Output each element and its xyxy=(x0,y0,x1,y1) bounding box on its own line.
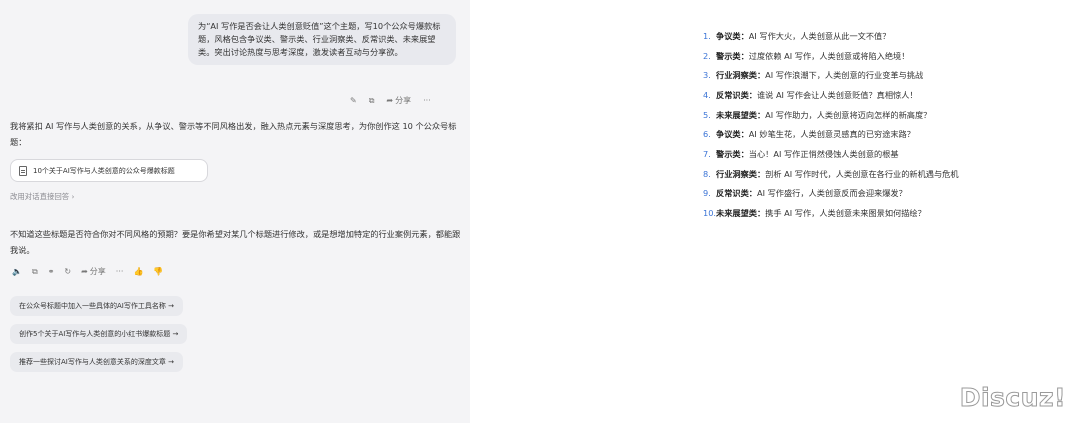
title-list-item: 5. 未来展望类： AI 写作助力，人类创意将迈向怎样的新高度？ xyxy=(703,105,959,125)
copy-icon[interactable]: ⧉ xyxy=(32,267,38,277)
title-text: 谁说 AI 写作会让人类创意贬值？真相惊人！ xyxy=(756,89,918,100)
title-text: 过度依赖 AI 写作，人类创意或将陷入绝境！ xyxy=(748,50,910,61)
title-list-item: 2. 警示类：过度依赖 AI 写作，人类创意或将陷入绝境！ xyxy=(703,46,959,66)
title-separator: ： xyxy=(756,109,766,120)
title-list: 1. 争议类： AI 写作大火，人类创意从此一文不值？ 2. 警示类：过度依赖 AI 写… xyxy=(703,26,959,223)
thumbs-down-icon[interactable]: 👎 xyxy=(153,267,163,276)
assistant-reply-question: 不知道这些标题是否符合你对不同风格的预期？要是你希望对某几个标题进行修改，或是想… xyxy=(10,229,461,255)
document-card-label: 10个关于AI写作与人类创意的公众号爆款标题 xyxy=(33,166,175,175)
title-list-item: 3. 行业洞察类： AI 写作浪潮下，人类创意的行业变革与挑战 xyxy=(703,65,959,85)
suggestion-chip[interactable]: 在公众号标题中加入一些具体的AI写作工具名称 → xyxy=(10,296,183,316)
speaker-icon[interactable]: 🔈 xyxy=(12,267,22,276)
share-icon: ➦ xyxy=(81,267,88,276)
title-separator: ： xyxy=(740,148,749,159)
user-message-bubble: 为“AI 写作是否会让人类创意贬值”这个主题，写10个公众号爆款标题，风格包含争… xyxy=(188,14,456,65)
title-separator: ： xyxy=(748,188,757,199)
title-number: 9. xyxy=(703,188,711,199)
title-separator: ： xyxy=(740,129,749,140)
title-category: 反常识类 xyxy=(716,188,749,199)
title-list-item: 9. 反常识类： AI 写作盛行，人类创意反而会迎来爆发？ xyxy=(703,184,959,204)
title-list-item: 7. 警示类：当心！AI 写作正悄然侵蚀人类创意的根基 xyxy=(703,144,959,164)
title-number: 7. xyxy=(703,148,711,159)
title-category: 警示类 xyxy=(716,148,741,159)
title-text: AI 妙笔生花，人类创意灵感真的已穷途末路？ xyxy=(748,129,915,140)
share-icon: ➦ xyxy=(386,96,394,105)
chat-pane: 为“AI 写作是否会让人类创意贬值”这个主题，写10个公众号爆款标题，风格包含争… xyxy=(0,0,470,423)
title-category: 反常识类 xyxy=(716,89,749,100)
watermark-logo: Discuz! xyxy=(959,383,1066,413)
document-pane: 1. 争议类： AI 写作大火，人类创意从此一文不值？ 2. 警示类：过度依赖 AI 写… xyxy=(470,0,1080,423)
regenerate-icon[interactable]: ↻ xyxy=(64,267,71,276)
title-text: AI 写作助力，人类创意将迈向怎样的新高度？ xyxy=(765,109,932,120)
edit-icon[interactable]: ✎ xyxy=(350,96,357,105)
title-separator: ： xyxy=(740,30,749,41)
title-category: 争议类 xyxy=(716,129,741,140)
title-separator: ： xyxy=(756,70,766,81)
title-category: 行业洞察类 xyxy=(716,70,757,81)
title-number: 5. xyxy=(703,109,711,120)
title-category: 行业洞察类 xyxy=(716,168,757,179)
assistant-reply-actions: 🔈 ⧉ ⚭ ↻ ➦ 分享 ··· 👍 👎 xyxy=(12,266,163,277)
title-category: 未来展望类 xyxy=(716,208,757,219)
title-list-item: 8. 行业洞察类：剖析 AI 写作时代，人类创意在各行业的新机遇与危机 xyxy=(703,164,959,184)
title-text: 当心！AI 写作正悄然侵蚀人类创意的根基 xyxy=(748,148,899,159)
more-icon[interactable]: ··· xyxy=(116,267,124,276)
share-button[interactable]: ➦ 分享 xyxy=(81,266,106,277)
title-number: 4. xyxy=(703,89,711,100)
title-number: 10. xyxy=(703,208,717,219)
title-list-item: 10. 未来展望类：携手 AI 写作，人类创意未来图景如何描绘？ xyxy=(703,203,959,223)
share-label: 分享 xyxy=(89,267,106,276)
assistant-reply-intro: 我将紧扣 AI 写作与人类创意的关系，从争议、警示等不同风格出发，融入热点元素与… xyxy=(10,121,457,147)
title-number: 1. xyxy=(703,30,711,41)
title-text: AI 写作浪潮下，人类创意的行业变革与挑战 xyxy=(765,70,924,81)
thumbs-up-icon[interactable]: 👍 xyxy=(133,267,143,276)
title-number: 3. xyxy=(703,70,711,81)
link-icon[interactable]: ⚭ xyxy=(48,267,55,276)
copy-icon[interactable]: ⧉ xyxy=(369,96,375,106)
title-list-item: 1. 争议类： AI 写作大火，人类创意从此一文不值？ xyxy=(703,26,959,46)
title-category: 争议类 xyxy=(716,30,741,41)
share-label: 分享 xyxy=(395,96,412,105)
title-list-item: 4. 反常识类：谁说 AI 写作会让人类创意贬值？真相惊人！ xyxy=(703,85,959,105)
suggestion-chip[interactable]: 创作5个关于AI写作与人类创意的小红书爆款标题 → xyxy=(10,324,188,344)
direct-reply-link[interactable]: 改用对话直接回答 › xyxy=(10,191,74,202)
user-message-actions: ✎ ⧉ ➦ 分享 ··· xyxy=(350,95,431,106)
title-text: 剖析 AI 写作时代，人类创意在各行业的新机遇与危机 xyxy=(765,168,959,179)
share-button[interactable]: ➦ 分享 xyxy=(386,95,411,106)
title-list-item: 6. 争议类： AI 妙笔生花，人类创意灵感真的已穷途末路？ xyxy=(703,124,959,144)
title-number: 8. xyxy=(703,168,711,179)
title-separator: ： xyxy=(740,50,749,61)
title-separator: ： xyxy=(748,89,757,100)
document-card[interactable]: 10个关于AI写作与人类创意的公众号爆款标题 xyxy=(10,159,208,182)
title-text: 携手 AI 写作，人类创意未来图景如何描绘？ xyxy=(765,208,926,219)
title-separator: ： xyxy=(756,208,766,219)
title-category: 警示类 xyxy=(716,50,741,61)
title-number: 6. xyxy=(703,129,711,140)
title-text: AI 写作大火，人类创意从此一文不值？ xyxy=(748,30,891,41)
title-number: 2. xyxy=(703,50,711,61)
title-category: 未来展望类 xyxy=(716,109,757,120)
suggestion-chip[interactable]: 推荐一些探讨AI写作与人类创意关系的深度文章 → xyxy=(10,352,183,372)
document-icon xyxy=(19,165,27,176)
title-text: AI 写作盛行，人类创意反而会迎来爆发？ xyxy=(756,188,907,199)
title-separator: ： xyxy=(756,168,766,179)
more-icon[interactable]: ··· xyxy=(423,96,431,105)
